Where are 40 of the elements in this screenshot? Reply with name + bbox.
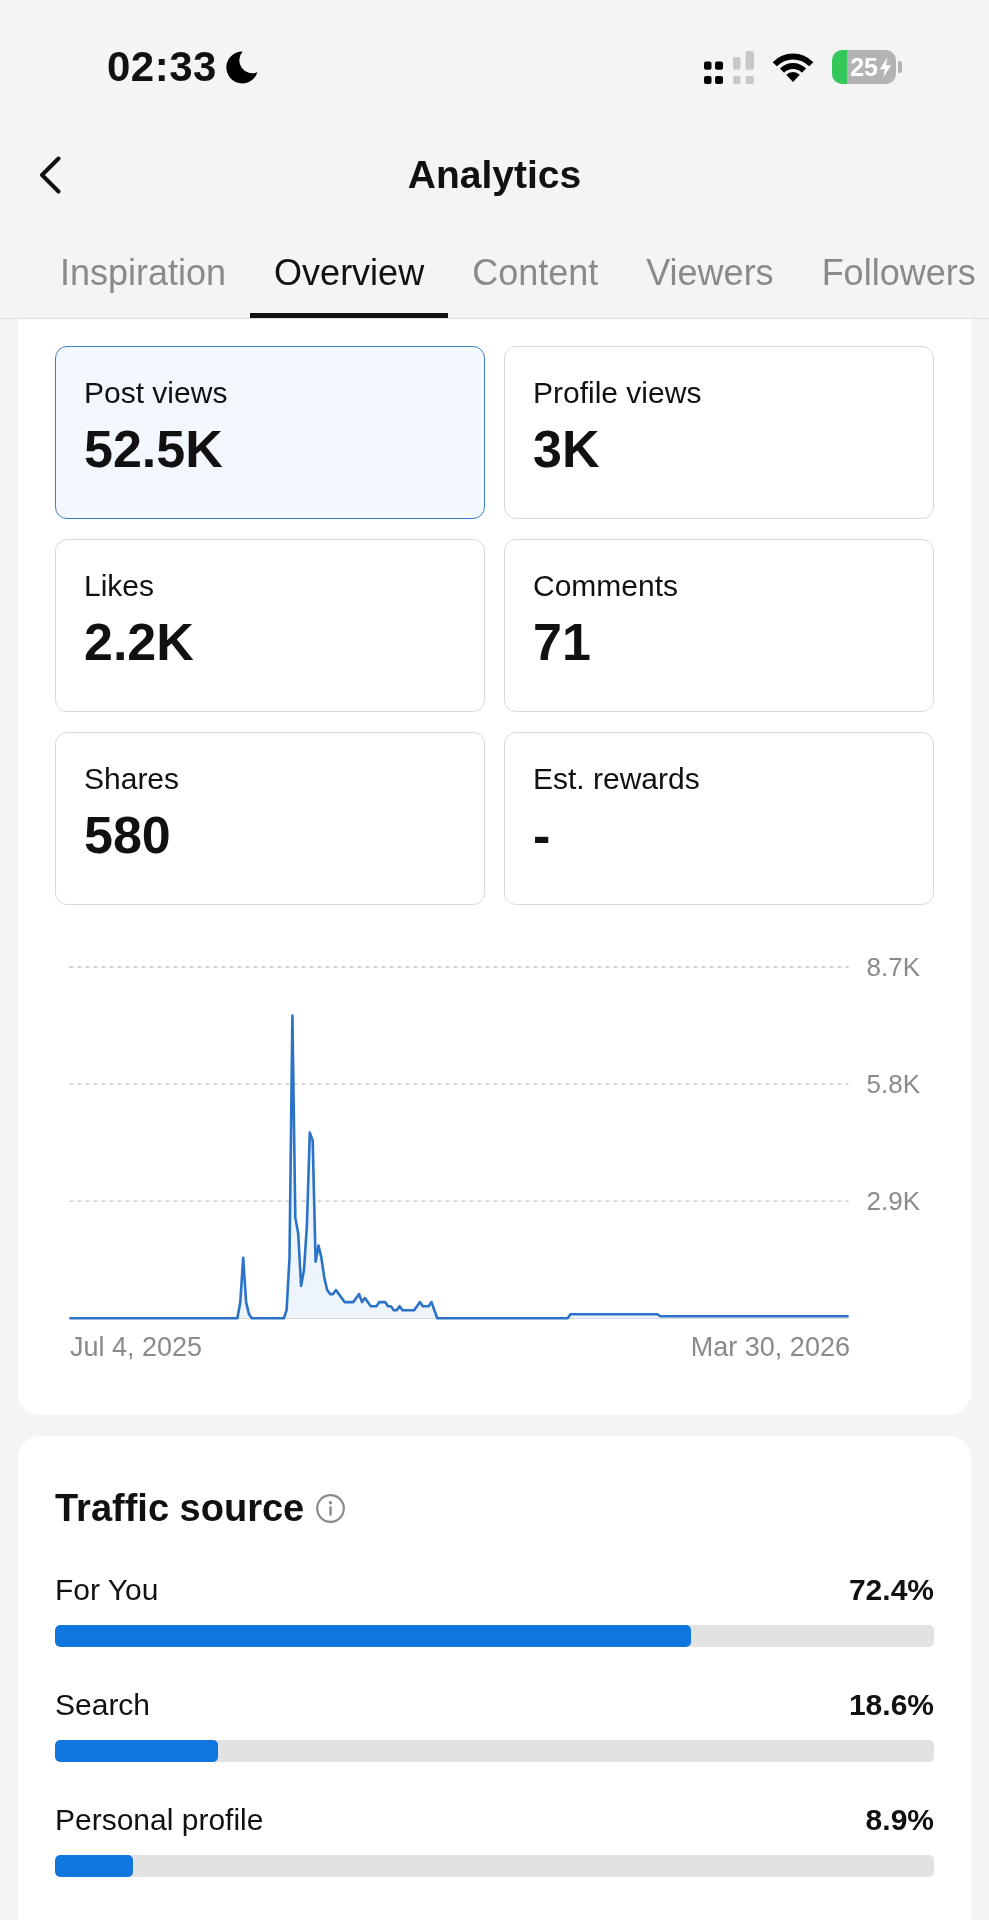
source-label: Search xyxy=(55,1687,151,1723)
metric-value: 71 xyxy=(533,612,591,672)
metric-label: Post views xyxy=(84,375,228,411)
battery-percent: 25 xyxy=(850,52,878,82)
x-axis-label: Mar 30, 2026 xyxy=(690,1332,850,1362)
metric-label: Profile views xyxy=(533,375,702,411)
metric-card[interactable]: Shares 580 xyxy=(55,732,485,905)
metric-value: 580 xyxy=(84,805,171,865)
metric-card[interactable]: Est. rewards - xyxy=(504,732,934,905)
metric-value: 2.2K xyxy=(84,612,194,672)
source-percent: 18.6% xyxy=(848,1687,934,1723)
metric-card[interactable]: Post views 52.5K xyxy=(55,346,485,519)
metric-value: 52.5K xyxy=(84,419,223,479)
metric-value: - xyxy=(533,805,551,865)
source-label: Personal profile xyxy=(55,1802,264,1838)
wifi-icon xyxy=(771,51,815,83)
metric-label: Comments xyxy=(533,568,679,604)
metric-label: Likes xyxy=(84,568,155,604)
info-icon[interactable] xyxy=(316,1493,346,1523)
chevron-left-icon xyxy=(39,156,61,194)
x-axis-label: Jul 4, 2025 xyxy=(69,1332,203,1362)
source-percent: 72.4% xyxy=(848,1572,934,1608)
metric-card[interactable]: Profile views 3K xyxy=(504,346,934,519)
metric-card[interactable]: Comments 71 xyxy=(504,539,934,712)
signal-icon xyxy=(704,50,754,84)
source-label: For You xyxy=(55,1572,159,1608)
metric-label: Est. rewards xyxy=(533,761,700,797)
section-title: Traffic source xyxy=(55,1486,305,1530)
page-title: Analytics xyxy=(407,152,582,198)
charging-bolt-icon xyxy=(879,56,892,78)
source-percent: 8.9% xyxy=(865,1802,934,1838)
back-button[interactable] xyxy=(39,156,61,194)
metric-value: 3K xyxy=(533,419,600,479)
moon-icon xyxy=(224,50,258,84)
status-time: 02:33 xyxy=(107,43,217,91)
metric-label: Shares xyxy=(84,761,180,797)
y-axis-label: 2.9K xyxy=(866,1186,920,1217)
y-axis-label: 8.7K xyxy=(866,952,920,982)
metric-card[interactable]: Likes 2.2K xyxy=(55,539,485,712)
y-axis-label: 5.8K xyxy=(866,1069,920,1100)
